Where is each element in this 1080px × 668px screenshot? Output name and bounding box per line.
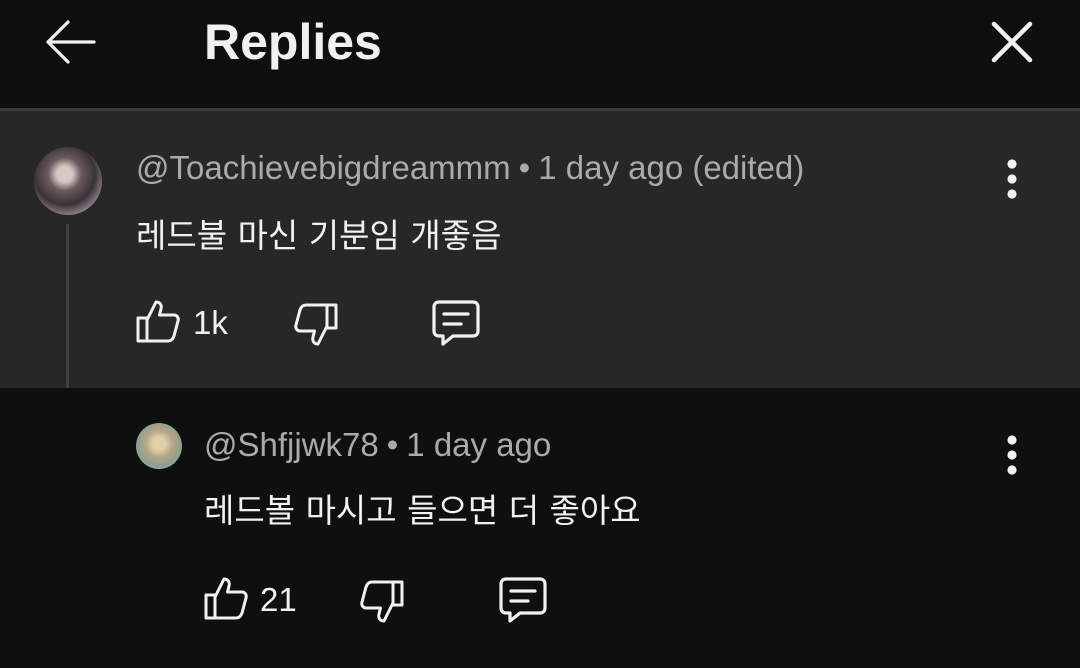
- comment-author[interactable]: @Toachievebigdreammm: [136, 149, 511, 186]
- meta-separator: •: [386, 426, 399, 463]
- comment-timestamp: 1 day ago (edited): [538, 149, 805, 186]
- dislike-button[interactable]: [292, 301, 340, 349]
- close-button[interactable]: [982, 12, 1042, 72]
- reply-comment: @Shfjjwk78 • 1 day ago 레드볼 마시고 들으면 더 좋아요 2…: [0, 388, 1080, 668]
- more-vert-icon: [1007, 435, 1017, 475]
- reply-button[interactable]: [430, 297, 482, 349]
- reply-button[interactable]: [497, 574, 549, 626]
- back-button[interactable]: [38, 14, 102, 70]
- like-button[interactable]: [134, 297, 182, 345]
- more-options-button[interactable]: [992, 149, 1032, 209]
- comment-icon: [499, 577, 547, 623]
- like-button[interactable]: [202, 574, 250, 622]
- page-title: Replies: [204, 14, 382, 70]
- dislike-button[interactable]: [358, 578, 406, 626]
- thumb-down-icon: [360, 580, 404, 623]
- like-count: 1k: [193, 304, 228, 341]
- comment-text: 레드불 마신 기분임 개좋음: [136, 216, 502, 255]
- arrow-left-icon: [46, 20, 96, 64]
- more-vert-icon: [1007, 159, 1017, 199]
- like-count: 21: [260, 581, 297, 618]
- thumb-down-icon: [294, 303, 338, 346]
- meta-separator: •: [518, 149, 531, 186]
- comment-icon: [432, 300, 480, 346]
- header: Replies: [0, 0, 1080, 108]
- comment-text: 레드볼 마시고 들으면 더 좋아요: [204, 491, 641, 530]
- comment-timestamp: 1 day ago: [406, 426, 552, 463]
- comment-meta: @Shfjjwk78 • 1 day ago: [204, 426, 551, 464]
- avatar[interactable]: [136, 423, 182, 469]
- comment-author[interactable]: @Shfjjwk78: [204, 426, 379, 463]
- thumb-up-icon: [136, 300, 180, 343]
- comment-meta: @Toachievebigdreammm • 1 day ago (edited): [136, 149, 804, 187]
- close-icon: [991, 21, 1033, 63]
- parent-comment: @Toachievebigdreammm • 1 day ago (edited) …: [0, 111, 1080, 388]
- thumb-up-icon: [204, 577, 248, 620]
- more-options-button[interactable]: [992, 425, 1032, 485]
- avatar[interactable]: [34, 147, 102, 215]
